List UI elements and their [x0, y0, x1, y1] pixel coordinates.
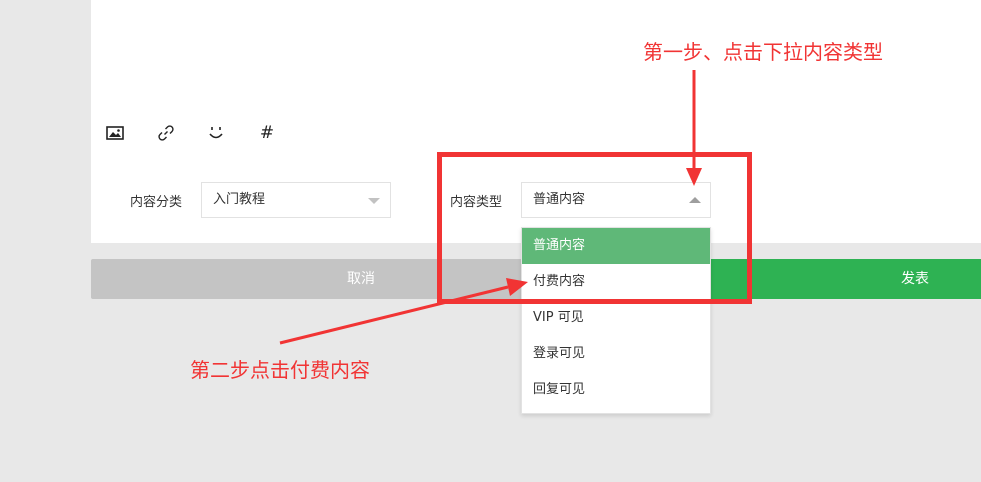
annotation-arrow-step2: [279, 285, 509, 345]
annotation-arrowhead-step2: [506, 278, 528, 296]
annotation-arrows: [279, 70, 702, 345]
annotation-arrowhead-step1: [686, 168, 702, 186]
